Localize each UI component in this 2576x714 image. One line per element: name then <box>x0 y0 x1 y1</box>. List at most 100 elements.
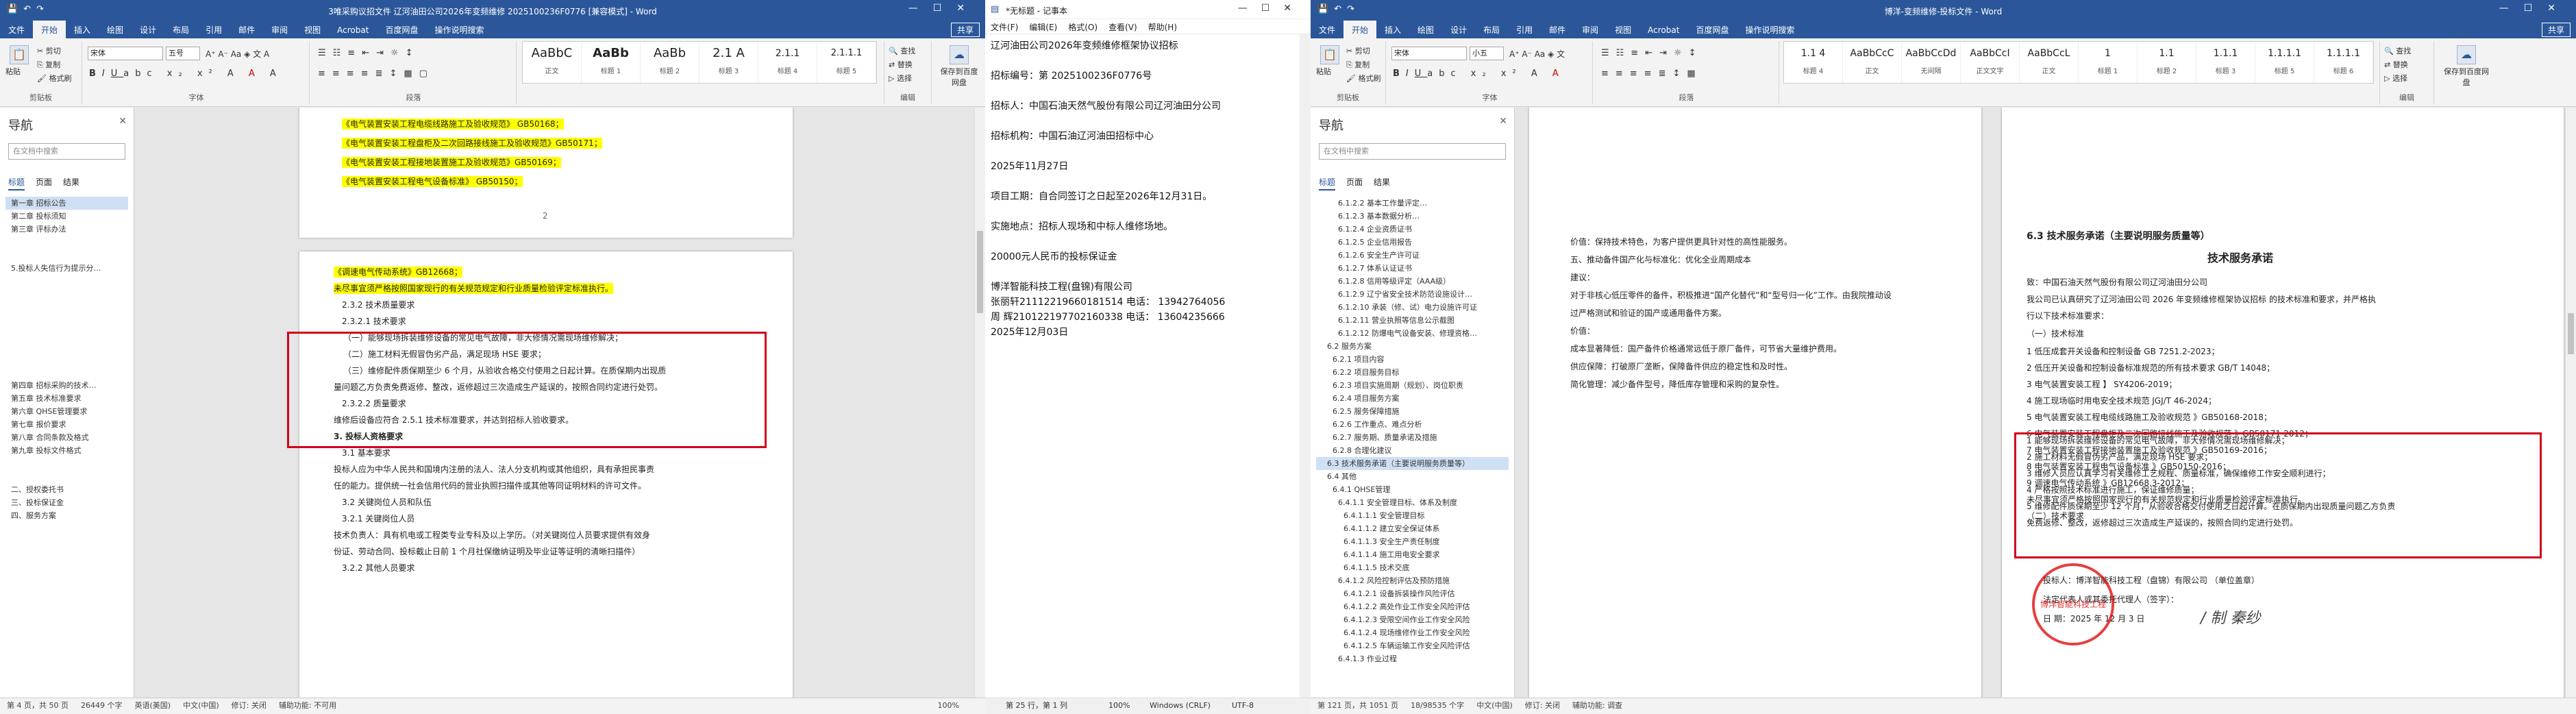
find-button[interactable]: 🔍 查找 <box>889 45 915 56</box>
nav-item[interactable] <box>5 327 128 340</box>
find-button[interactable]: 🔍 查找 <box>2384 45 2411 56</box>
paste-button[interactable]: 📋 粘贴 <box>1316 45 1343 77</box>
nav-tab-pages[interactable]: 页面 <box>36 177 52 189</box>
nav-tab-results[interactable]: 结果 <box>1374 177 1390 189</box>
style-item[interactable]: 1.1.1.1 标题 6 <box>2314 42 2373 83</box>
nav-item[interactable]: 第三章 评标办法 <box>5 223 128 236</box>
nav-item[interactable] <box>5 236 128 249</box>
paste-button[interactable]: 📋 粘贴 <box>5 45 33 77</box>
cut-button[interactable]: ✂ 剪切 <box>1346 45 1370 56</box>
nav-item[interactable]: 6.4.1.2.1 设备拆装操作风险评估 <box>1316 587 1509 600</box>
nav-tab-headings[interactable]: 标题 <box>8 177 25 190</box>
nav-tab-headings[interactable]: 标题 <box>1319 177 1336 190</box>
style-item[interactable]: 1.1.1 标题 3 <box>2196 42 2255 83</box>
nav-item[interactable]: 6.1.2.10 承装（修、试）电力设施许可证 <box>1316 301 1509 314</box>
nav-item[interactable]: 三、投标保证金 <box>5 496 128 509</box>
menu-help[interactable]: 帮助(H) <box>1143 19 1182 35</box>
font-size-buttons[interactable]: A⁺ A⁻ Aa ◈ 文 A <box>206 48 269 60</box>
styles-gallery[interactable]: AaBbC 正文 AaBb 标题 1 AaBb 标题 2 2.1 A 标题 3 2.1.… <box>522 41 877 84</box>
font-name-select[interactable]: 宋体 <box>88 47 163 60</box>
nav-item[interactable]: 四、服务方案 <box>5 509 128 522</box>
nav-item[interactable]: 6.2.5 服务保障措施 <box>1316 405 1509 418</box>
zoom-level[interactable]: 100% <box>938 698 959 713</box>
format-painter-button[interactable]: 🖌 格式刷 <box>37 73 71 84</box>
language[interactable]: 英语(美国) <box>134 701 171 710</box>
nav-item[interactable]: 6.2.1 项目内容 <box>1316 353 1509 366</box>
tab-draw[interactable]: 绘图 <box>99 21 132 38</box>
share-button[interactable]: 共享 <box>2541 23 2571 37</box>
word-count[interactable]: 18/98535 个字 <box>1411 701 1464 710</box>
nav-item[interactable]: 第九章 投标文件格式 <box>5 444 128 457</box>
track-changes[interactable]: 修订: 关闭 <box>232 701 267 710</box>
save-baidu-button[interactable]: ☁ 保存到百度网盘 <box>2442 45 2490 88</box>
nav-item[interactable] <box>5 249 128 262</box>
vertical-scrollbar[interactable] <box>1300 34 1311 698</box>
close-icon[interactable]: ✕ <box>1499 116 1507 127</box>
tab-references[interactable]: 引用 <box>197 21 230 38</box>
nav-item[interactable] <box>5 457 128 470</box>
tab-file[interactable]: 文件 <box>1311 21 1343 38</box>
window-controls[interactable]: —☐✕ <box>1238 3 1305 14</box>
font-name-select[interactable]: 宋体 <box>1391 47 1467 60</box>
nav-item[interactable]: 6.4.1 QHSE管理 <box>1316 483 1509 496</box>
align-buttons[interactable]: ≡≡≡≡≣↕▦ <box>1601 69 1702 79</box>
format-painter-button[interactable]: 🖌 格式刷 <box>1346 73 1380 84</box>
nav-item[interactable] <box>5 470 128 483</box>
select-button[interactable]: ▷ 选择 <box>2384 73 2407 84</box>
tab-home[interactable]: 开始 <box>33 21 66 38</box>
style-heading2[interactable]: AaBb 标题 2 <box>641 42 699 83</box>
tab-design[interactable]: 设计 <box>1442 21 1475 38</box>
nav-search-input[interactable]: 在文档中搜索 <box>1319 143 1506 160</box>
nav-item[interactable]: 6.4.1.2.4 现场维修作业工作安全风险 <box>1316 626 1509 639</box>
text-editor[interactable]: 辽河油田公司2026年变频维修框架协议招标 招标编号：第 2025100236F0… <box>991 38 1298 340</box>
menu-file[interactable]: 文件(F) <box>985 19 1024 35</box>
nav-item[interactable]: 6.2.4 项目服务方案 <box>1316 392 1509 405</box>
page-count[interactable]: 第 121 页，共 1051 页 <box>1317 701 1398 710</box>
nav-tab-pages[interactable]: 页面 <box>1346 177 1363 189</box>
nav-item[interactable]: 6.4 其他 <box>1316 470 1509 483</box>
nav-item[interactable]: 6.1.2.12 防爆电气设备安装、修理资格… <box>1316 327 1509 340</box>
tell-me-search[interactable]: 操作说明搜索 <box>426 21 492 38</box>
cut-button[interactable]: ✂ 剪切 <box>37 45 61 56</box>
nav-item[interactable] <box>5 288 128 301</box>
style-heading1[interactable]: AaBb 标题 1 <box>582 42 641 83</box>
window-controls[interactable]: —☐✕ <box>908 3 980 14</box>
tab-mailings[interactable]: 邮件 <box>1541 21 1574 38</box>
nav-search-input[interactable]: 在文档中搜索 <box>8 143 125 160</box>
nav-item[interactable]: 6.2 服务方案 <box>1316 340 1509 353</box>
nav-item[interactable]: 6.2.3 项目实施周期（规划）、岗位职责 <box>1316 379 1509 392</box>
nav-item[interactable] <box>5 275 128 288</box>
nav-item[interactable]: 6.2.8 合理化建议 <box>1316 444 1509 457</box>
nav-item[interactable] <box>5 301 128 314</box>
nav-item[interactable]: 6.4.1.1.5 技术交底 <box>1316 561 1509 574</box>
nav-item[interactable]: 6.2.6 工作重点、难点分析 <box>1316 418 1509 431</box>
vertical-scrollbar[interactable] <box>974 108 985 698</box>
font-format-buttons[interactable]: BIUabc x₂ x² A A <box>1393 69 1565 79</box>
style-heading4[interactable]: 2.1.1 标题 4 <box>758 42 817 83</box>
nav-item[interactable]: 6.4.1.3 作业过程 <box>1316 652 1509 665</box>
font-size-select[interactable]: 五号 <box>166 47 200 60</box>
nav-item[interactable]: 第一章 招标公告 <box>5 197 128 210</box>
tab-file[interactable]: 文件 <box>0 21 33 38</box>
tab-acrobat[interactable]: Acrobat <box>329 22 377 38</box>
nav-item[interactable]: 6.4.1.1.1 安全管理目标 <box>1316 509 1509 522</box>
select-button[interactable]: ▷ 选择 <box>889 73 912 84</box>
nav-item[interactable]: 6.1.2.9 辽宁省安全技术防范设施设计… <box>1316 288 1509 301</box>
tab-baidu[interactable]: 百度网盘 <box>1687 21 1737 38</box>
language[interactable]: 中文(中国) <box>1476 701 1513 710</box>
accessibility[interactable]: 辅助功能: 不可用 <box>279 701 336 710</box>
language-2[interactable]: 中文(中国) <box>183 701 219 710</box>
tab-insert[interactable]: 插入 <box>66 21 99 38</box>
tab-review[interactable]: 审阅 <box>1574 21 1607 38</box>
nav-item[interactable]: 第六章 QHSE管理要求 <box>5 405 128 418</box>
save-baidu-button[interactable]: ☁ 保存到百度网盘 <box>940 45 978 88</box>
tab-view[interactable]: 视图 <box>1607 21 1639 38</box>
style-item[interactable]: 1.1 标题 2 <box>2138 42 2196 83</box>
nav-item[interactable]: 6.4.1.1.4 施工用电安全要求 <box>1316 548 1509 561</box>
list-buttons[interactable]: ☰☷≡⇤⇥☼↕ <box>318 48 420 58</box>
tab-review[interactable]: 审阅 <box>263 21 296 38</box>
tab-mailings[interactable]: 邮件 <box>230 21 263 38</box>
nav-item[interactable]: 6.1.2.8 信用等级评定（AAA级） <box>1316 275 1509 288</box>
nav-item[interactable]: 第二章 投标须知 <box>5 210 128 223</box>
scroll-thumb[interactable] <box>2568 313 2574 354</box>
